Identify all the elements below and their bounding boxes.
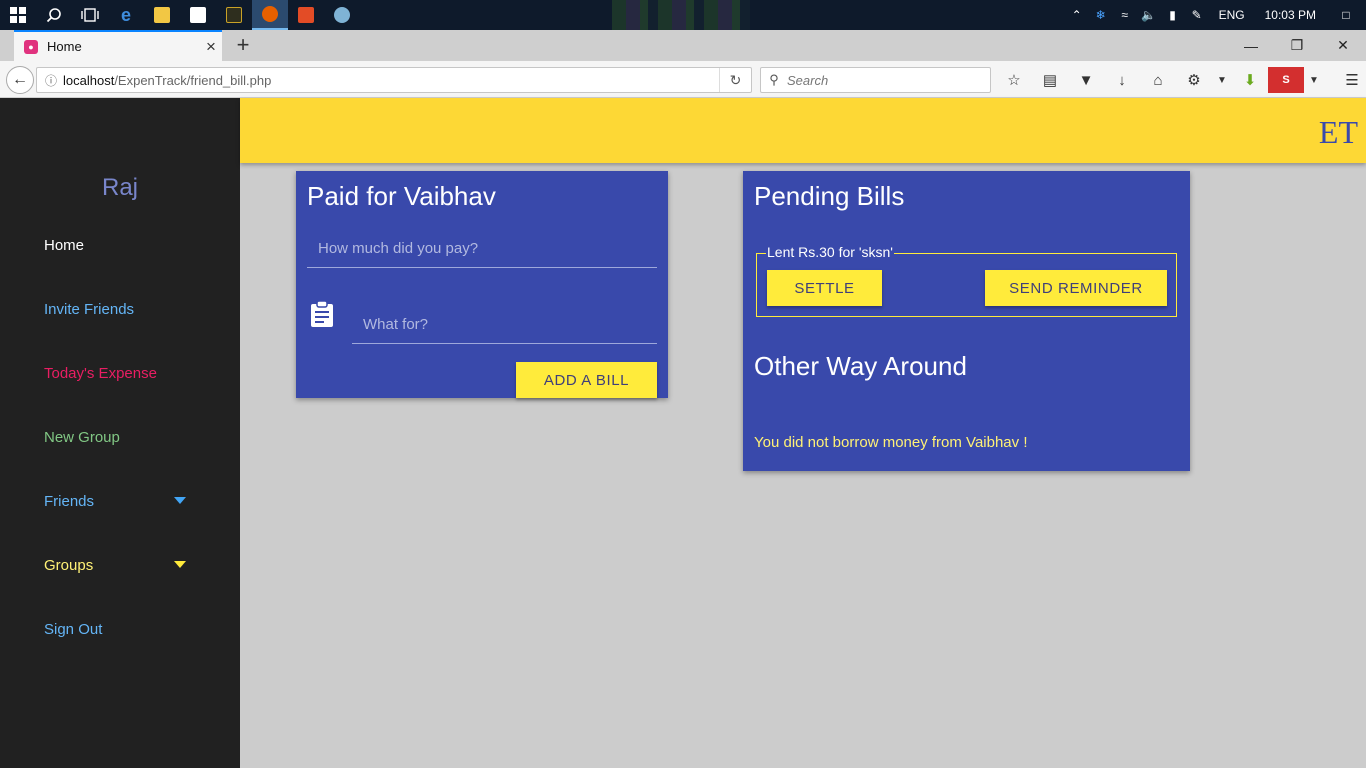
settle-button[interactable]: SETTLE: [767, 270, 882, 306]
sidebar-user-name: Raj: [101, 174, 138, 201]
windows-start-icon[interactable]: [0, 0, 36, 30]
sidebar-item-friends[interactable]: Friends: [44, 490, 204, 512]
app-15-icon[interactable]: [216, 0, 252, 30]
other-way-title: Other Way Around: [754, 351, 967, 381]
add-bill-button[interactable]: ADD A BILL: [516, 362, 657, 398]
site-info-icon[interactable]: ⓘ: [39, 72, 63, 89]
extension-s-icon[interactable]: S: [1268, 67, 1304, 93]
pending-card-title: Pending Bills: [754, 181, 905, 211]
search-magnifier-icon: ⚲: [769, 72, 779, 87]
sidebar-item-sign-out[interactable]: Sign Out: [44, 618, 204, 640]
bookmark-star-icon[interactable]: ☆: [996, 67, 1032, 93]
side-nav: Raj Home Invite Friends Today's Expense …: [0, 98, 240, 768]
window-controls: — ❐ ✕: [1228, 30, 1366, 61]
tools-icon[interactable]: ⚙: [1176, 67, 1212, 93]
no-borrow-message: You did not borrow money from Vaibhav !: [754, 434, 1028, 451]
back-arrow-icon[interactable]: ←: [6, 66, 34, 94]
caret-down-icon[interactable]: [174, 561, 186, 568]
browser-tab-bar: ● Home × + — ❐ ✕: [0, 30, 1366, 61]
home-icon[interactable]: ⌂: [1140, 67, 1176, 93]
tray-clock[interactable]: 10:03 PM: [1255, 0, 1326, 30]
sidebar-item-label: Groups: [44, 556, 94, 574]
tab-title: Home: [47, 39, 82, 54]
pocket-icon[interactable]: ▼: [1068, 67, 1104, 93]
tray-language[interactable]: ENG: [1209, 0, 1255, 30]
task-view-icon[interactable]: [72, 0, 108, 30]
paid-card-title: Paid for Vaibhav: [307, 181, 496, 211]
download-icon[interactable]: ↓: [1104, 67, 1140, 93]
file-explorer-icon[interactable]: [144, 0, 180, 30]
url-path: /ExpenTrack/friend_bill.php: [114, 72, 272, 88]
site-favicon-icon: ●: [24, 39, 38, 54]
sidebar-item-label: New Group: [44, 428, 120, 446]
sidebar-item-label: Sign Out: [44, 620, 103, 638]
reload-icon[interactable]: ↻: [719, 68, 751, 92]
chevron-up-icon[interactable]: ⌃: [1065, 0, 1089, 30]
browser-search-input[interactable]: ⚲ Search: [760, 67, 991, 93]
url-host: localhost: [63, 72, 115, 88]
taskbar-background-pattern: [612, 0, 750, 30]
clipboard-icon: [311, 301, 333, 327]
close-tab-icon[interactable]: ×: [200, 37, 222, 57]
sidebar-item-invite-friends[interactable]: Invite Friends: [44, 298, 204, 320]
top-app-bar: ET: [240, 98, 1366, 163]
sidebar-item-label: Home: [44, 236, 85, 254]
paid-for-card: Paid for Vaibhav How much did you pay? W…: [296, 171, 668, 398]
system-tray: ⌃ ❄ ≈ 🔈 ▮ ✎ ENG 10:03 PM □: [1065, 0, 1366, 30]
snowflake-icon[interactable]: ❄: [1089, 0, 1113, 30]
description-input[interactable]: What for?: [352, 306, 657, 344]
pending-bills-card: Pending Bills Lent Rs.30 for 'sksn' SETT…: [743, 171, 1190, 471]
menu-hamburger-icon[interactable]: ☰: [1334, 67, 1366, 93]
firefox-icon[interactable]: [252, 0, 288, 30]
url-bar[interactable]: ⓘ localhost/ExpenTrack/friend_bill.php ↻: [36, 67, 752, 93]
windows-taskbar: e ⌃ ❄ ≈ 🔈 ▮ ✎ ENG 10:03 PM □: [0, 0, 1366, 30]
extension-dropdown-icon[interactable]: ▼: [1304, 67, 1324, 93]
minimize-icon[interactable]: —: [1228, 30, 1274, 61]
volume-icon[interactable]: 🔈: [1137, 0, 1161, 30]
browser-tab[interactable]: ● Home ×: [14, 30, 222, 61]
pending-bill-item: Lent Rs.30 for 'sksn' SETTLE SEND REMIND…: [756, 244, 1177, 317]
search-icon[interactable]: [36, 0, 72, 30]
pending-bill-legend: Lent Rs.30 for 'sksn': [766, 244, 894, 260]
sidebar-item-label: Friends: [44, 492, 95, 510]
sidebar-item-label: Today's Expense: [44, 364, 157, 382]
search-placeholder: Search: [787, 72, 829, 88]
sidebar-item-new-group[interactable]: New Group: [44, 426, 204, 448]
restore-icon[interactable]: ❐: [1274, 30, 1320, 61]
edge-browser-icon[interactable]: e: [108, 0, 144, 30]
page-viewport: Raj Home Invite Friends Today's Expense …: [0, 98, 1366, 768]
paint-icon[interactable]: [324, 0, 360, 30]
caret-down-icon[interactable]: [174, 497, 186, 504]
browser-nav-bar: ← ⓘ localhost/ExpenTrack/friend_bill.php…: [0, 61, 1366, 98]
sidebar-item-label: Invite Friends: [44, 300, 135, 318]
notifications-icon[interactable]: □: [1326, 0, 1366, 30]
reader-list-icon[interactable]: ▤: [1032, 67, 1068, 93]
pen-icon[interactable]: ✎: [1185, 0, 1209, 30]
store-icon[interactable]: [180, 0, 216, 30]
wifi-icon[interactable]: ≈: [1113, 0, 1137, 30]
tools-dropdown-icon[interactable]: ▼: [1212, 67, 1232, 93]
sidebar-item-home[interactable]: Home: [44, 234, 204, 256]
amount-input[interactable]: How much did you pay?: [307, 230, 657, 268]
sidebar-item-todays-expense[interactable]: Today's Expense: [44, 362, 204, 384]
amount-placeholder: How much did you pay?: [318, 240, 479, 257]
browser-toolbar: ☆ ▤ ▼ ↓ ⌂ ⚙ ▼ ⬇ S ▼ ☰: [996, 67, 1366, 93]
download-helper-icon[interactable]: ⬇: [1232, 67, 1268, 93]
sidebar-item-groups[interactable]: Groups: [44, 554, 204, 576]
send-reminder-button[interactable]: SEND REMINDER: [985, 270, 1167, 306]
description-placeholder: What for?: [363, 316, 429, 333]
html-editor-icon[interactable]: [288, 0, 324, 30]
close-window-icon[interactable]: ✕: [1320, 30, 1366, 61]
new-tab-icon[interactable]: +: [232, 33, 254, 57]
brand-logo[interactable]: ET: [1319, 114, 1358, 151]
battery-icon[interactable]: ▮: [1161, 0, 1185, 30]
